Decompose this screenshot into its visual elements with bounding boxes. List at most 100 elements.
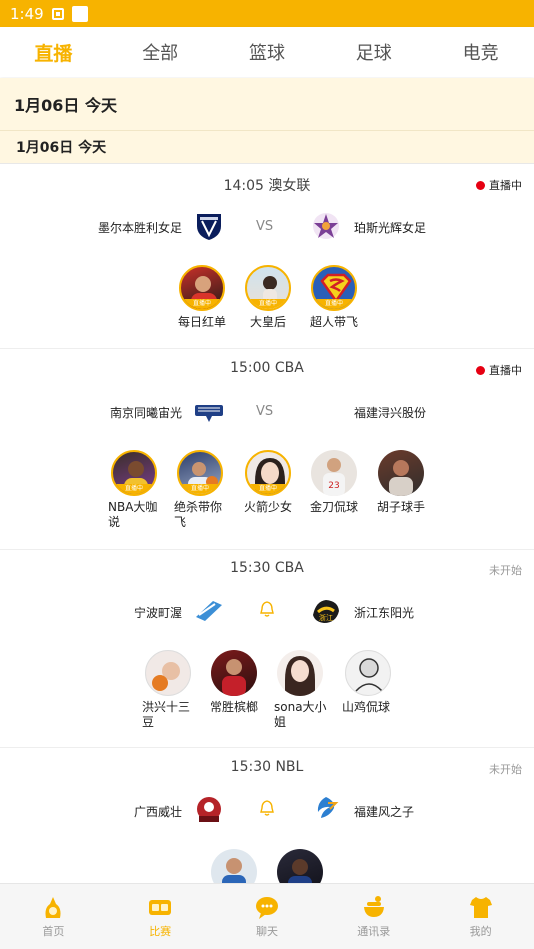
date-banner: 1月06日 今天 bbox=[0, 78, 534, 130]
home-team-name: 南京同曦宙光 bbox=[109, 406, 182, 420]
home-team-logo-icon bbox=[197, 214, 221, 240]
match-time-league: 15:30 CBA bbox=[230, 560, 304, 576]
anchor-item[interactable]: 常胜槟榔 bbox=[204, 650, 264, 715]
anchor-item[interactable] bbox=[270, 849, 330, 883]
anchor-item[interactable]: 23 金刀侃球 bbox=[304, 450, 364, 515]
home-team-name: 广西威壮 bbox=[133, 805, 182, 819]
tab-football[interactable]: 足球 bbox=[320, 27, 427, 77]
avatar bbox=[211, 849, 257, 883]
live-badge: 直播中 bbox=[181, 299, 223, 309]
jersey-icon bbox=[469, 897, 492, 918]
nav-label: 我的 bbox=[469, 925, 492, 938]
away-team-name: 浙江东阳光 bbox=[354, 606, 415, 620]
away-team-logo-icon: 浙江 bbox=[313, 600, 339, 623]
nav-profile[interactable]: 我的 bbox=[427, 884, 534, 949]
live-badge: 直播中 bbox=[247, 299, 289, 309]
anchor-item[interactable] bbox=[204, 849, 264, 883]
anchor-list: 洪兴十三豆 常胜槟榔 sona大小姐 山鸡侃球 bbox=[0, 650, 534, 730]
status-time: 1:49 bbox=[10, 4, 44, 23]
away-team-name: 福建浔兴股份 bbox=[354, 406, 427, 420]
app-notification-icon bbox=[71, 5, 88, 22]
avatar bbox=[211, 650, 257, 696]
anchor-item[interactable]: 山鸡侃球 bbox=[338, 650, 398, 715]
home-team-logo-icon bbox=[195, 405, 223, 422]
anchor-name: 绝杀带你飞 bbox=[174, 500, 223, 529]
home-team-logo-icon bbox=[196, 601, 222, 621]
avatar bbox=[277, 849, 323, 883]
nav-home[interactable]: 首页 bbox=[0, 884, 107, 949]
anchor-item[interactable]: 直播中 超人带飞 bbox=[304, 265, 364, 330]
match-card[interactable]: 15:00 CBA 直播中 南京同曦宙光 VS 福建浔兴股份 直播中 NBA大咖… bbox=[0, 350, 534, 550]
vs-label: VS bbox=[256, 219, 274, 234]
match-status: 未开始 bbox=[489, 763, 522, 776]
avatar: 直播中 bbox=[311, 265, 357, 311]
status-label: 直播中 bbox=[489, 179, 522, 192]
tab-esports[interactable]: 电竞 bbox=[427, 27, 534, 77]
anchor-item[interactable]: 直播中 每日红单 bbox=[172, 265, 232, 330]
match-status: 未开始 bbox=[489, 564, 522, 577]
person-photo-icon bbox=[285, 656, 315, 696]
match-card[interactable]: 15:30 NBL 未开始 广西威壮 福建风之子 bbox=[0, 749, 534, 883]
away-team-logo-icon bbox=[313, 213, 339, 239]
avatar bbox=[277, 650, 323, 696]
nav-chat[interactable]: 聊天 bbox=[214, 884, 321, 949]
avatar: 直播中 bbox=[179, 265, 225, 311]
anchor-name: 大皇后 bbox=[249, 315, 286, 329]
player-photo-icon bbox=[152, 662, 180, 691]
match-time-league: 15:00 CBA bbox=[230, 360, 304, 376]
avatar bbox=[378, 450, 424, 496]
avatar: 直播中 bbox=[245, 265, 291, 311]
live-badge: 直播中 bbox=[179, 484, 221, 494]
away-team-logo-icon bbox=[317, 797, 339, 818]
anchor-item[interactable]: 直播中 火箭少女 bbox=[238, 450, 298, 515]
bell-reminder-icon[interactable] bbox=[260, 601, 274, 617]
anchor-item[interactable]: 直播中 大皇后 bbox=[238, 265, 298, 330]
anchor-name: 超人带飞 bbox=[309, 315, 358, 329]
tab-all[interactable]: 全部 bbox=[107, 27, 214, 77]
player-photo-icon: 23 bbox=[323, 458, 345, 496]
anchor-name: 常胜槟榔 bbox=[209, 700, 258, 714]
anchor-name: 火箭少女 bbox=[243, 500, 292, 514]
tab-live[interactable]: 直播 bbox=[0, 27, 107, 77]
player-photo-icon bbox=[389, 460, 413, 496]
nav-contacts[interactable]: 通讯录 bbox=[320, 884, 427, 949]
bell-reminder-icon[interactable] bbox=[260, 800, 274, 816]
anchor-item[interactable]: 洪兴十三豆 bbox=[138, 650, 198, 730]
live-status: 直播中 bbox=[476, 177, 522, 193]
anchor-name: 洪兴十三豆 bbox=[142, 700, 191, 729]
anchor-name: NBA大咖说 bbox=[108, 500, 158, 529]
tab-basketball[interactable]: 篮球 bbox=[214, 27, 321, 77]
category-tabs: 直播 全部 篮球 足球 电竞 bbox=[0, 27, 534, 77]
home-team-name: 宁波町渥 bbox=[133, 606, 182, 620]
anchor-name: 山鸡侃球 bbox=[342, 700, 391, 714]
avatar: 直播中 bbox=[177, 450, 223, 496]
live-dot-icon bbox=[476, 365, 485, 375]
anchor-list: 直播中 每日红单 直播中 大皇后 直播中 超人带飞 bbox=[0, 265, 534, 345]
match-card[interactable]: 15:30 CBA 未开始 宁波町渥 浙江 浙江东阳光 洪兴十三豆 常胜槟榔 s… bbox=[0, 550, 534, 748]
anchor-name: 胡子球手 bbox=[376, 500, 425, 514]
anchor-item[interactable]: 胡子球手 bbox=[371, 450, 431, 515]
nav-label: 聊天 bbox=[255, 925, 278, 938]
teams-row: 广西威壮 福建风之子 bbox=[0, 794, 534, 830]
bottom-navigation: 首页 比赛 聊天 通讯录 我的 bbox=[0, 883, 534, 949]
live-badge: 直播中 bbox=[313, 299, 355, 309]
avatar: 直播中 bbox=[111, 450, 157, 496]
player-photo-icon bbox=[355, 658, 383, 692]
notification-icon bbox=[51, 7, 64, 20]
away-team-name: 福建风之子 bbox=[354, 805, 415, 819]
nav-label: 比赛 bbox=[149, 925, 172, 938]
nav-matches[interactable]: 比赛 bbox=[107, 884, 214, 949]
avatar: 23 bbox=[311, 450, 357, 496]
live-badge: 直播中 bbox=[247, 484, 289, 494]
anchor-item[interactable]: 直播中 NBA大咖说 bbox=[104, 450, 164, 530]
match-card[interactable]: 14:05 澳女联 直播中 墨尔本胜利女足 VS 珀斯光辉女足 直播中 每日红单 bbox=[0, 165, 534, 349]
date-subheader: 1月06日 今天 bbox=[0, 130, 534, 164]
away-team-name: 珀斯光辉女足 bbox=[354, 221, 427, 235]
match-time-league: 15:30 NBL bbox=[230, 759, 304, 775]
svg-text:23: 23 bbox=[328, 481, 339, 491]
chat-bubble-icon bbox=[255, 897, 278, 919]
anchor-item[interactable]: sona大小姐 bbox=[270, 650, 330, 730]
anchor-item[interactable]: 直播中 绝杀带你飞 bbox=[170, 450, 230, 530]
avatar bbox=[145, 650, 191, 696]
anchor-name: 金刀侃球 bbox=[309, 500, 358, 514]
